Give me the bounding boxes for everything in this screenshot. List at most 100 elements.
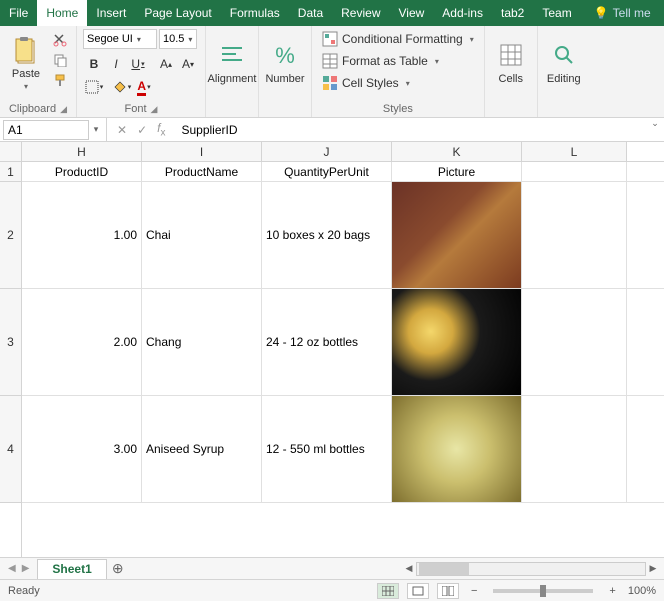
font-name-combo[interactable]: Segoe UI▾	[83, 29, 157, 49]
cell-productname[interactable]: Aniseed Syrup	[142, 396, 262, 502]
cells-button[interactable]: Cells	[491, 29, 531, 95]
cells-label: Cells	[499, 73, 523, 85]
zoom-out-button[interactable]: −	[467, 585, 481, 597]
group-clipboard: Paste ▾ Clipboard◢	[0, 26, 77, 117]
row-header-3[interactable]: 3	[0, 289, 21, 396]
font-color-button[interactable]: A▾	[133, 77, 155, 97]
cell-picture[interactable]	[392, 289, 522, 395]
cell-styles-button[interactable]: Cell Styles▾	[318, 73, 478, 93]
tab-tell-me[interactable]: 💡Tell me	[585, 0, 660, 26]
alignment-button[interactable]: Alignment	[212, 29, 252, 95]
increase-font-button[interactable]: A▴	[155, 54, 177, 74]
cancel-formula-icon[interactable]: ✕	[117, 123, 127, 137]
sheet-nav-prev[interactable]: ◀	[8, 563, 16, 574]
tab-home[interactable]: Home	[37, 0, 87, 26]
zoom-in-button[interactable]: +	[605, 585, 619, 597]
cell-productname[interactable]: Chai	[142, 182, 262, 288]
zoom-slider[interactable]	[493, 589, 593, 593]
cond-format-label: Conditional Formatting	[342, 32, 463, 46]
hscroll-left[interactable]: ◀	[402, 563, 416, 574]
cell-qty[interactable]: 10 boxes x 20 bags	[262, 182, 392, 288]
tab-team[interactable]: Team	[533, 0, 580, 26]
status-bar: Ready − + 100%	[0, 579, 664, 601]
header-cell-H[interactable]: ProductID	[22, 162, 142, 181]
hscroll-thumb[interactable]	[419, 563, 469, 575]
number-button[interactable]: % Number	[265, 29, 305, 95]
column-header-K[interactable]: K	[392, 142, 522, 161]
sheet-tab-bar: ◀ ▶ Sheet1 ⊕ ◀ ▶	[0, 557, 664, 579]
column-header-I[interactable]: I	[142, 142, 262, 161]
sheet-tab-sheet1[interactable]: Sheet1	[37, 559, 106, 579]
copy-button[interactable]	[50, 51, 70, 69]
tab-formulas[interactable]: Formulas	[221, 0, 289, 26]
format-table-label: Format as Table	[342, 54, 428, 68]
tab-data[interactable]: Data	[289, 0, 332, 26]
cell-qty[interactable]: 24 - 12 oz bottles	[262, 289, 392, 395]
format-as-table-button[interactable]: Format as Table▾	[318, 51, 478, 71]
number-label: Number	[265, 73, 304, 85]
font-size-combo[interactable]: 10.5▾	[159, 29, 197, 49]
tab-insert[interactable]: Insert	[87, 0, 135, 26]
cell-picture[interactable]	[392, 182, 522, 288]
name-box-dropdown[interactable]: ▾	[89, 124, 103, 135]
decrease-font-button[interactable]: A▾	[177, 54, 199, 74]
select-all-corner[interactable]	[0, 142, 22, 162]
header-cell-L[interactable]	[522, 162, 627, 181]
format-painter-button[interactable]	[50, 71, 70, 89]
column-header-J[interactable]: J	[262, 142, 392, 161]
cell-productid[interactable]: 3.00	[22, 396, 142, 502]
conditional-formatting-button[interactable]: Conditional Formatting▾	[318, 29, 478, 49]
product-image	[392, 396, 521, 502]
column-header-H[interactable]: H	[22, 142, 142, 161]
cut-button[interactable]	[50, 31, 70, 49]
tab-page-layout[interactable]: Page Layout	[135, 0, 220, 26]
zoom-level[interactable]: 100%	[628, 585, 656, 597]
italic-button[interactable]: I	[105, 54, 127, 74]
border-button[interactable]: ▾	[83, 77, 105, 97]
tab-addins[interactable]: Add-ins	[433, 0, 492, 26]
view-page-layout-button[interactable]	[407, 583, 429, 599]
cell-picture[interactable]	[392, 396, 522, 502]
add-sheet-button[interactable]: ⊕	[107, 558, 129, 579]
expand-formula-bar[interactable]: ⌄	[646, 118, 664, 141]
tab-review[interactable]: Review	[332, 0, 389, 26]
clipboard-dialog-launcher[interactable]: ◢	[60, 104, 67, 115]
status-ready: Ready	[8, 585, 40, 597]
formula-bar[interactable]	[175, 118, 646, 141]
cell-qty[interactable]: 12 - 550 ml bottles	[262, 396, 392, 502]
spreadsheet-grid[interactable]: HIJKL 1234 ProductIDProductNameQuantityP…	[0, 142, 664, 557]
underline-button[interactable]: U▾	[127, 54, 149, 74]
font-dialog-launcher[interactable]: ◢	[151, 104, 158, 115]
name-box[interactable]	[3, 120, 89, 140]
view-normal-button[interactable]	[377, 583, 399, 599]
header-cell-J[interactable]: QuantityPerUnit	[262, 162, 392, 181]
bold-button[interactable]: B	[83, 54, 105, 74]
cell-empty[interactable]	[522, 182, 627, 288]
row-header-1[interactable]: 1	[0, 162, 21, 182]
cells-icon	[495, 39, 527, 71]
row-header-2[interactable]: 2	[0, 182, 21, 289]
view-page-break-button[interactable]	[437, 583, 459, 599]
enter-formula-icon[interactable]: ✓	[137, 123, 147, 137]
header-cell-K[interactable]: Picture	[392, 162, 522, 181]
fx-icon[interactable]: fx	[157, 121, 165, 138]
header-cell-I[interactable]: ProductName	[142, 162, 262, 181]
column-header-L[interactable]: L	[522, 142, 627, 161]
editing-button[interactable]: Editing	[544, 29, 584, 95]
zoom-thumb[interactable]	[540, 585, 546, 597]
sheet-nav-next[interactable]: ▶	[22, 563, 30, 574]
cell-empty[interactable]	[522, 396, 627, 502]
formula-bar-row: ▾ ✕ ✓ fx ⌄	[0, 118, 664, 142]
paste-button[interactable]: Paste ▾	[6, 29, 46, 95]
tab-view[interactable]: View	[390, 0, 434, 26]
row-header-4[interactable]: 4	[0, 396, 21, 503]
cell-empty[interactable]	[522, 289, 627, 395]
fill-color-button[interactable]: ▾	[111, 77, 133, 97]
cell-productid[interactable]: 1.00	[22, 182, 142, 288]
cell-productid[interactable]: 2.00	[22, 289, 142, 395]
hscroll-track[interactable]	[416, 562, 646, 576]
tab-tab2[interactable]: tab2	[492, 0, 533, 26]
cell-productname[interactable]: Chang	[142, 289, 262, 395]
hscroll-right[interactable]: ▶	[646, 563, 660, 574]
tab-file[interactable]: File	[0, 0, 37, 26]
